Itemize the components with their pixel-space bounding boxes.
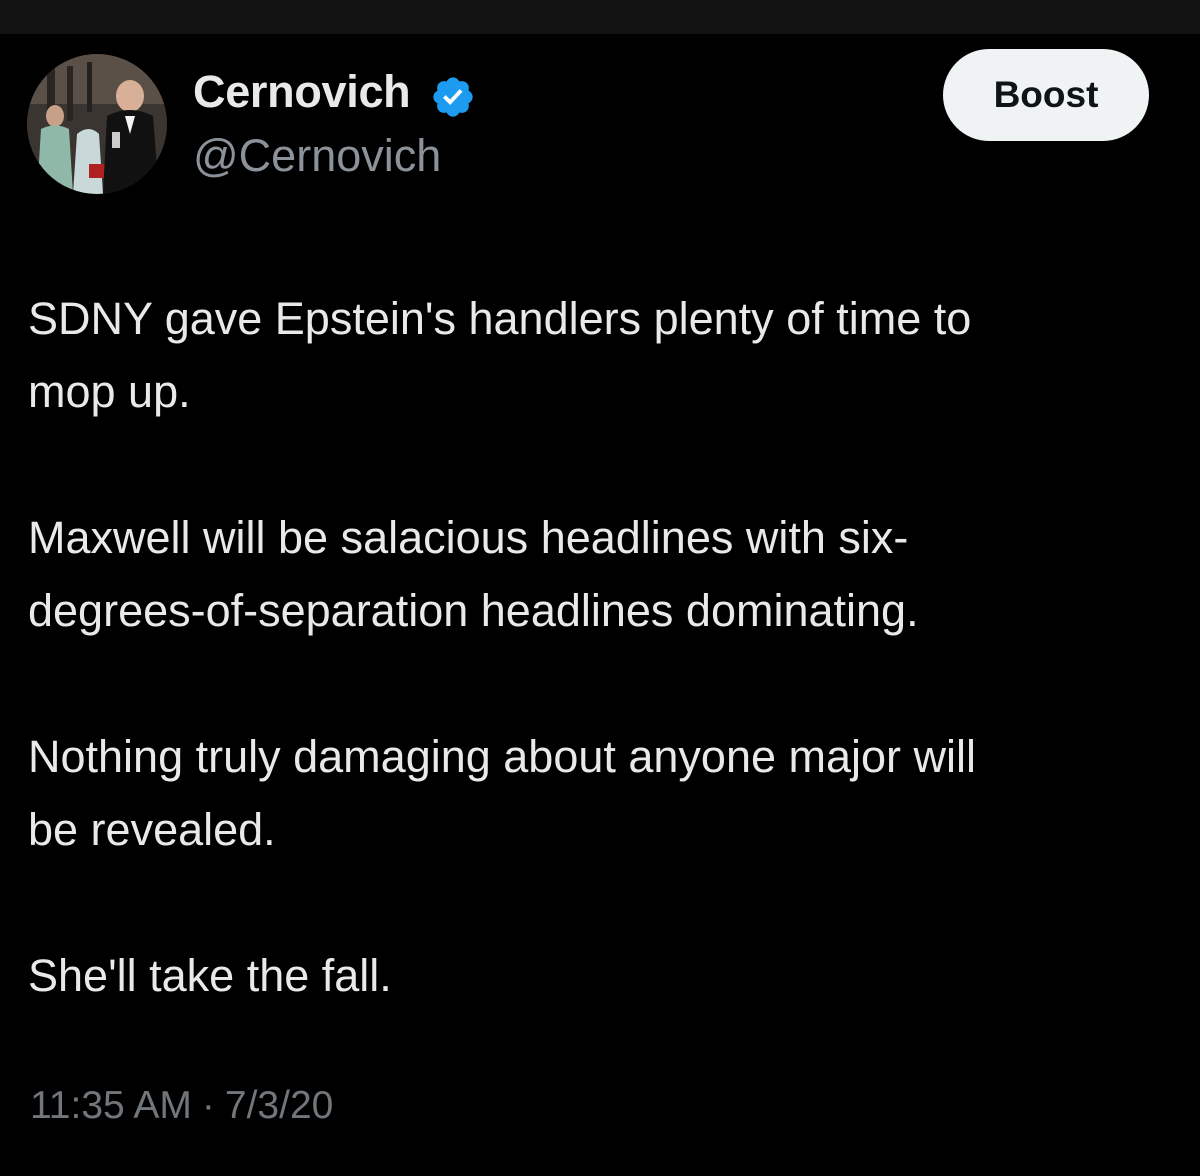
display-name[interactable]: Cernovich	[193, 66, 411, 118]
verified-badge-icon	[433, 77, 473, 117]
tweet-paragraph: She'll take the fall.	[28, 950, 392, 1001]
tweet-timestamp[interactable]: 11:35 AM · 7/3/20	[30, 1084, 333, 1128]
tweet-time[interactable]: 11:35 AM	[30, 1084, 192, 1127]
tweet-text: SDNY gave Epstein's handlers plenty of t…	[28, 282, 1178, 1085]
avatar[interactable]	[27, 54, 167, 194]
tweet-date[interactable]: 7/3/20	[225, 1084, 333, 1127]
avatar-photo	[27, 54, 167, 194]
tweet-paragraph: Maxwell will be salacious headlines with…	[28, 512, 919, 636]
tweet-paragraph: SDNY gave Epstein's handlers plenty of t…	[28, 293, 972, 417]
top-bar	[0, 0, 1200, 34]
user-handle[interactable]: @Cernovich	[193, 130, 441, 182]
boost-button[interactable]: Boost	[943, 49, 1149, 141]
meta-separator: ·	[201, 1084, 215, 1127]
tweet-paragraph: Nothing truly damaging about anyone majo…	[28, 731, 977, 855]
